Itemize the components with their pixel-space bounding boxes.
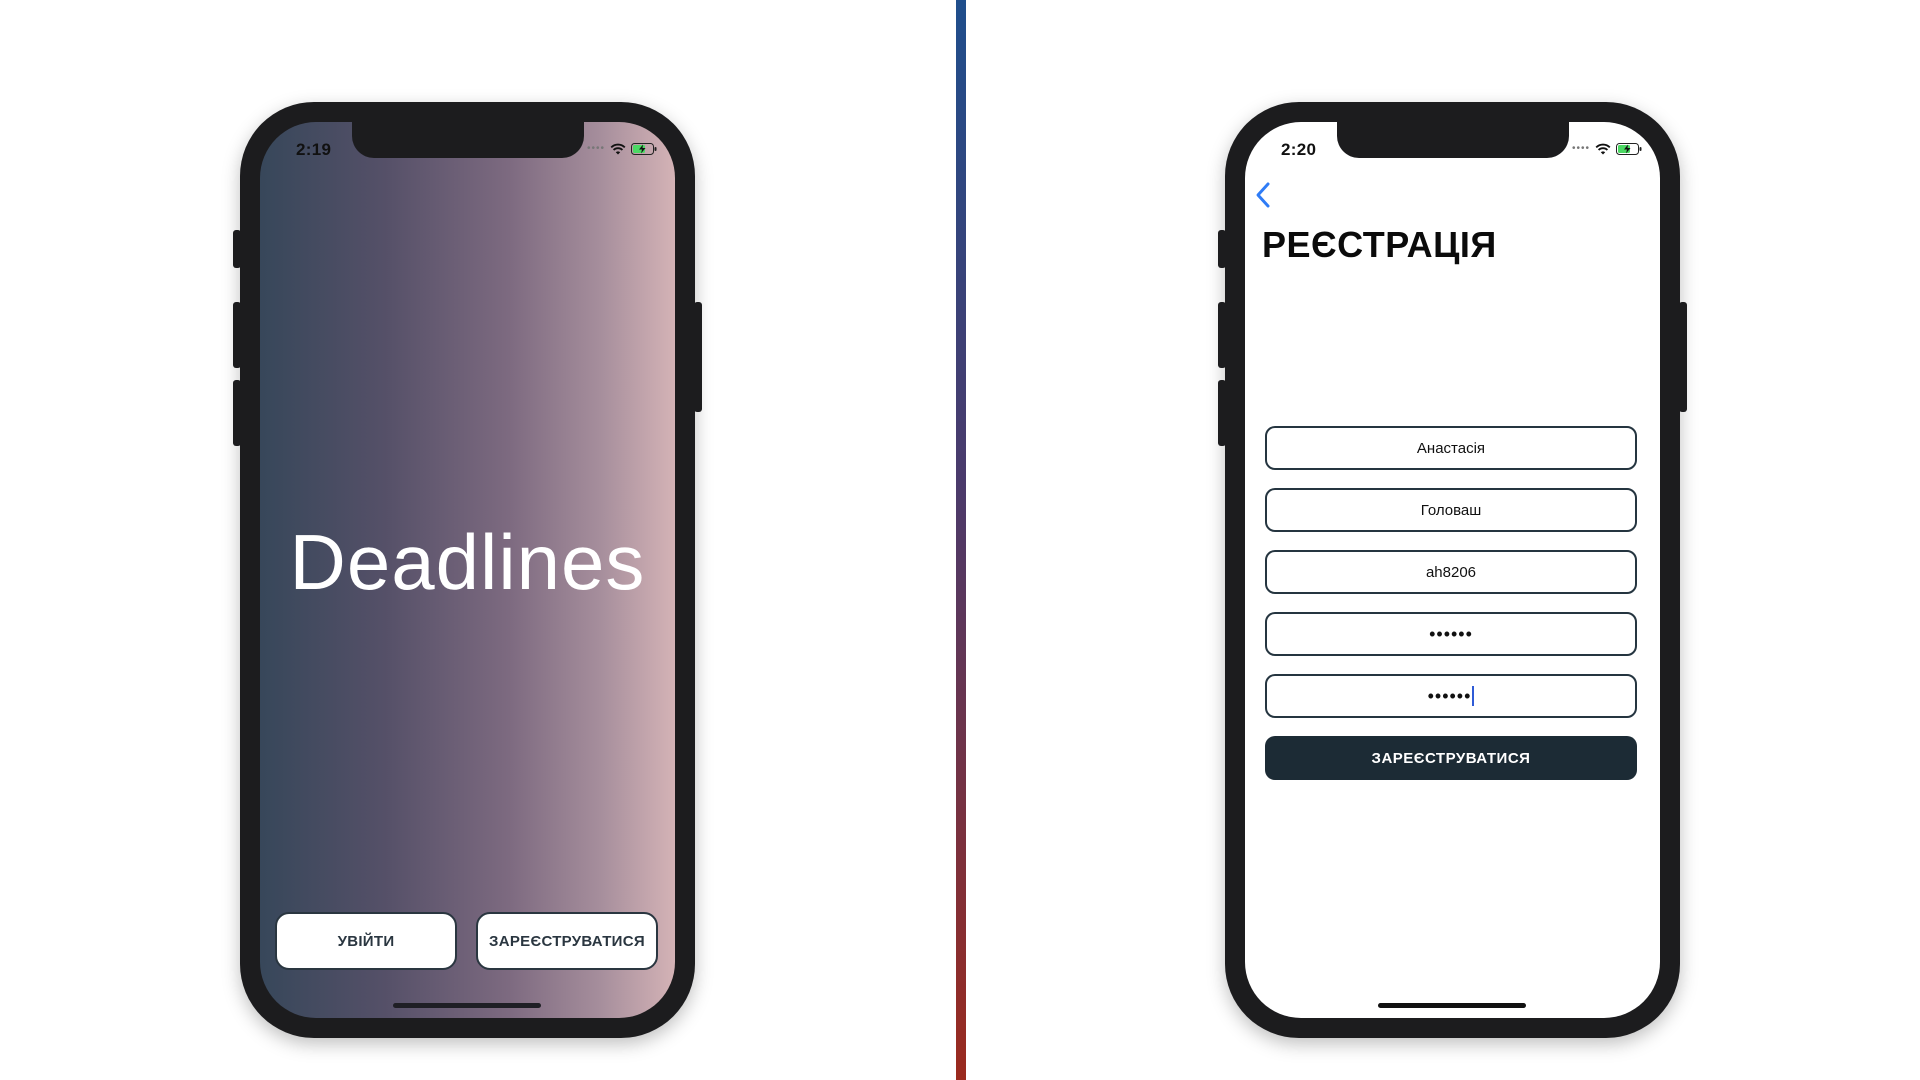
battery-charging-icon [631, 143, 657, 155]
submit-register-button[interactable]: ЗАРЕЄСТРУВАТИСЯ [1265, 736, 1637, 780]
volume-down-button [1218, 380, 1226, 446]
status-icons: •••• [1572, 142, 1642, 156]
chevron-left-icon[interactable] [1251, 180, 1277, 210]
last-name-field[interactable]: Головаш [1265, 488, 1637, 532]
text-caret [1472, 686, 1475, 706]
wifi-icon [610, 143, 626, 155]
volume-up-button [1218, 302, 1226, 368]
power-button [1679, 302, 1687, 412]
cellular-signal-icon: •••• [586, 143, 605, 154]
divider-bar [956, 0, 966, 1080]
home-indicator [1378, 1003, 1526, 1008]
home-indicator [393, 1003, 541, 1008]
status-time: 2:19 [296, 140, 332, 159]
register-screen: 2:20 •••• РЕЄСТРАЦІЯ Анастасія Головаш a… [1245, 122, 1660, 1018]
notch [1337, 122, 1569, 158]
phone-mockup-register: 2:20 •••• РЕЄСТРАЦІЯ Анастасія Головаш a… [1218, 102, 1687, 1038]
wifi-icon [1595, 143, 1611, 155]
power-button [694, 302, 702, 412]
cellular-signal-icon: •••• [1571, 143, 1590, 154]
password-confirm-field[interactable]: •••••• [1265, 674, 1637, 718]
welcome-screen: 2:19 •••• Deadlines УВІЙТИ ЗАРЕЄСТРУВАТИ… [260, 122, 675, 1018]
status-icons: •••• [587, 142, 657, 156]
login-button[interactable]: УВІЙТИ [275, 912, 457, 970]
volume-up-button [233, 302, 241, 368]
status-time: 2:20 [1281, 140, 1317, 159]
battery-charging-icon [1616, 143, 1642, 155]
mute-switch [233, 230, 241, 268]
notch [352, 122, 584, 158]
volume-down-button [233, 380, 241, 446]
mute-switch [1218, 230, 1226, 268]
register-button[interactable]: ЗАРЕЄСТРУВАТИСЯ [476, 912, 658, 970]
phone-mockup-welcome: 2:19 •••• Deadlines УВІЙТИ ЗАРЕЄСТРУВАТИ… [233, 102, 702, 1038]
page-title: РЕЄСТРАЦІЯ [1262, 224, 1497, 265]
app-title: Deadlines [289, 518, 646, 606]
password-confirm-value: •••••• [1427, 685, 1472, 706]
username-field[interactable]: ah8206 [1265, 550, 1637, 594]
first-name-field[interactable]: Анастасія [1265, 426, 1637, 470]
password-field[interactable]: •••••• [1265, 612, 1637, 656]
